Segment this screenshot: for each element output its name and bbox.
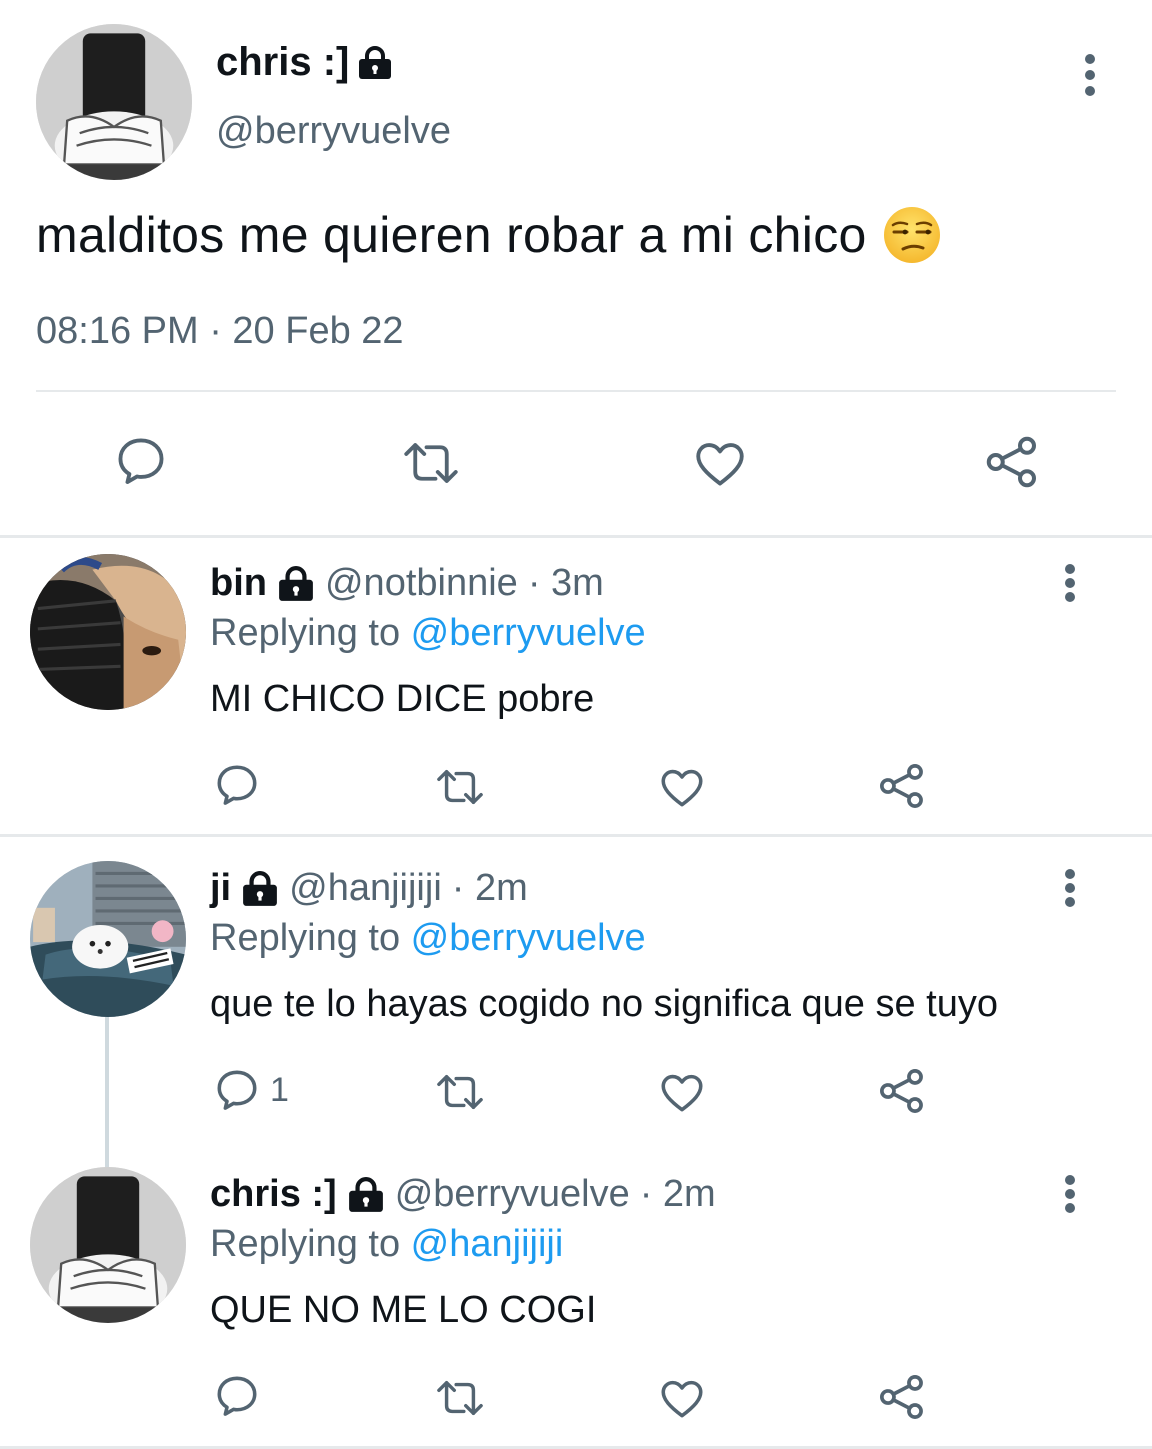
reply-time: · 2m [451,867,528,909]
share-button[interactable] [876,760,928,812]
author-handle[interactable]: @notbinnie [325,562,518,605]
retweet-icon [437,1074,483,1110]
share-button[interactable] [876,1371,928,1423]
author-handle[interactable]: @berryvuelve [395,1173,630,1216]
like-icon [661,1074,703,1112]
reply-header: chris :] @berryvuelve · 2m [210,1173,716,1216]
tweet-timestamp[interactable]: 08:16 PM · 20 Feb 22 [36,310,404,353]
reply-text: QUE NO ME LO COGI [210,1289,597,1331]
more-icon[interactable] [1058,564,1082,602]
retweet-icon [437,1380,483,1416]
like-icon [696,443,744,486]
avatar[interactable] [36,24,192,180]
mention-link[interactable]: @berryvuelve [411,612,646,654]
author-name[interactable]: chris :] [216,40,393,85]
author-name[interactable]: bin [210,562,267,605]
retweet-button[interactable] [396,436,466,490]
retweet-button[interactable] [430,1375,490,1421]
author-handle[interactable]: @berryvuelve [216,110,451,153]
replying-to: Replying to @berryvuelve [210,917,646,960]
like-button[interactable] [656,1067,708,1117]
reply-icon [217,1376,257,1416]
like-button[interactable] [656,1373,708,1423]
retweet-button[interactable] [430,1069,490,1115]
like-icon [661,1380,703,1418]
share-icon [880,1375,923,1419]
tweet-text-content: malditos me quieren robar a mi chico [36,207,867,263]
lock-icon [243,870,278,906]
reply-button[interactable] [112,432,170,490]
reply-icon [217,765,257,805]
reply-button[interactable] [212,760,270,810]
reply-text: que te lo hayas cogido no significa que … [210,983,998,1025]
author-name[interactable]: ji [210,867,231,910]
reply-tweet[interactable]: bin @notbinnie · 3m Replying to @berryvu… [0,538,1152,834]
like-icon [661,769,703,807]
mention-link[interactable]: @hanjijiji [411,1223,564,1265]
avatar[interactable] [30,554,186,710]
mention-link[interactable]: @berryvuelve [411,917,646,959]
reply-tweet[interactable]: chris :] @berryvuelve · 2m Replying to @… [0,1143,1152,1446]
more-icon[interactable] [1058,869,1082,907]
retweet-button[interactable] [430,764,490,810]
author-name-text: chris :] [216,40,350,84]
share-icon [880,1069,923,1113]
reply-icon [217,1070,257,1110]
reply-time: · 3m [527,562,604,604]
author-handle[interactable]: @hanjijiji [289,867,442,910]
replying-to: Replying to @hanjijiji [210,1223,563,1266]
reply-header: bin @notbinnie · 3m [210,562,604,605]
share-button[interactable] [982,432,1042,492]
replying-label: Replying to [210,612,411,654]
avatar[interactable] [30,1167,186,1323]
reply-button[interactable] [212,1371,270,1421]
tweet-text: malditos me quieren robar a mi chico [36,206,941,264]
lock-icon [348,1176,383,1212]
reply-button[interactable]: 1 [212,1065,289,1115]
replying-to: Replying to @berryvuelve [210,612,646,655]
share-icon [880,764,923,808]
like-button[interactable] [690,434,750,492]
avatar[interactable] [30,861,186,1017]
share-icon [986,436,1036,488]
more-icon[interactable] [1058,1175,1082,1213]
reply-icon [118,438,164,484]
reply-text: MI CHICO DICE pobre [210,678,595,720]
reply-header: ji @hanjijiji · 2m [210,867,528,910]
main-tweet: chris :] @berryvuelve malditos me quiere… [0,0,1152,535]
replying-label: Replying to [210,917,411,959]
retweet-icon [437,769,483,805]
more-icon[interactable] [1078,54,1102,96]
unamused-face-icon [883,207,940,263]
retweet-icon [404,443,458,483]
reply-time: · 2m [639,1173,716,1215]
like-button[interactable] [656,762,708,812]
reply-tweet[interactable]: ji @hanjijiji · 2m Replying to @berryvue… [0,837,1152,1143]
lock-icon [279,565,313,601]
replying-label: Replying to [210,1223,411,1265]
lock-icon [359,45,392,79]
divider [36,390,1116,392]
share-button[interactable] [876,1065,928,1117]
reply-count: 1 [270,1070,289,1109]
author-name[interactable]: chris :] [210,1173,337,1216]
